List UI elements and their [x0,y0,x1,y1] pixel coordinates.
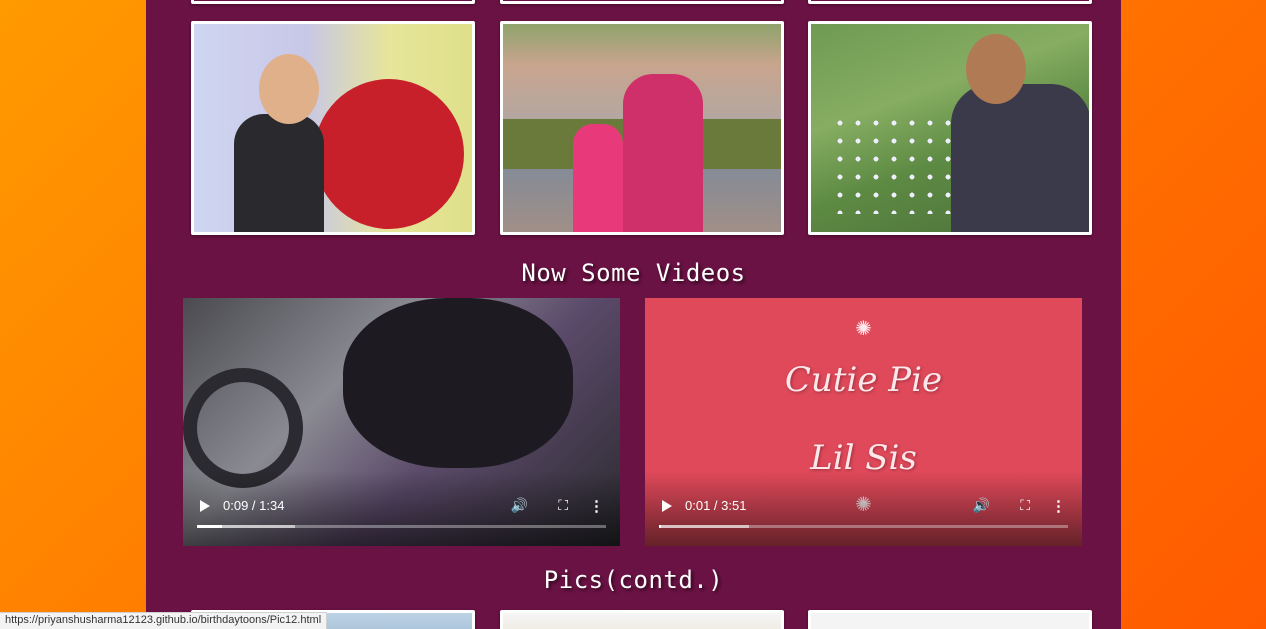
video-progress-fill [197,525,222,528]
volume-icon[interactable]: 🔊 [973,497,990,514]
child-hair-shape [343,298,573,468]
video-player-1[interactable]: 0:09 / 1:34 🔊 ⛶ ⋮ [183,298,620,546]
status-bar-url: https://priyanshusharma12123.github.io/b… [0,612,328,629]
more-options-icon[interactable]: ⋮ [589,497,604,515]
photo-thumbnail[interactable] [500,610,784,629]
face-shape [259,54,319,124]
flowers-shape [831,114,951,214]
video-progress-bar[interactable] [197,525,606,528]
photo-thumbnail[interactable] [808,610,1092,629]
video-time: 0:09 / 1:34 [223,498,285,513]
video-progress-fill [659,525,661,528]
video-buffer-fill [659,525,749,528]
woman-shape [623,74,703,232]
fullscreen-icon[interactable]: ⛶ [558,497,568,514]
play-icon[interactable] [197,498,211,514]
video-controls: 0:01 / 3:51 🔊 ⛶ ⋮ [645,471,1082,546]
video-overlay-title: Cutie Pie [784,360,943,400]
ornament-icon: ✺ [855,312,872,342]
photo-man-in-garden[interactable] [808,21,1092,235]
video-progress-bar[interactable] [659,525,1068,528]
video-player-2[interactable]: ✺ Cutie Pie Lil Sis ✺ 0:01 / 3:51 🔊 ⛶ ⋮ [645,298,1082,546]
play-icon[interactable] [659,498,673,514]
girl-shape [234,114,324,232]
photo-girl-with-teddy[interactable] [191,21,475,235]
teddy-bear-shape [314,79,464,229]
steering-wheel-shape [183,368,303,488]
man-shape [951,84,1089,232]
fullscreen-icon[interactable]: ⛶ [1020,497,1030,514]
volume-icon[interactable]: 🔊 [511,497,528,514]
more-options-icon[interactable]: ⋮ [1051,497,1066,515]
section-title-videos: Now Some Videos [521,259,746,287]
content-panel: Now Some Videos 0:09 / 1:34 🔊 ⛶ ⋮ ✺ Cuti… [146,0,1121,629]
photo-thumbnail[interactable] [191,0,475,4]
child-shape [573,124,623,232]
head-shape [966,34,1026,104]
photo-thumbnail[interactable] [808,0,1092,4]
photo-mother-daughter-garden[interactable] [500,21,784,235]
video-controls: 0:09 / 1:34 🔊 ⛶ ⋮ [183,471,620,546]
video-time: 0:01 / 3:51 [685,498,747,513]
photo-thumbnail[interactable] [500,0,784,4]
section-title-pics-contd: Pics(contd.) [543,566,724,594]
